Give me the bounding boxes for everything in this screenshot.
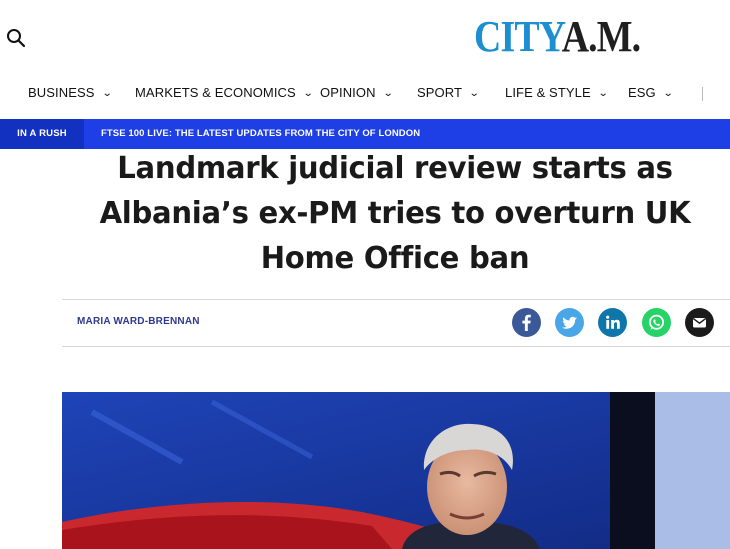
nav-item-label: SPORT [417,85,463,100]
twitter-icon[interactable] [555,308,584,337]
nav-item-label: MARKETS & ECONOMICS [135,85,296,100]
chevron-down-icon: ⌄ [662,88,674,99]
nav-item-label: OPINION [320,85,376,100]
headline-line: Landmark judicial review starts as [117,151,673,186]
divider [62,346,730,347]
author-link[interactable]: MARIA WARD-BRENNAN [77,316,200,327]
nav-item-esg[interactable]: ESG ⌄ [628,85,674,100]
linkedin-icon[interactable] [598,308,627,337]
logo-city-text: CITY [474,12,563,61]
site-logo[interactable]: CITYA.M. [474,12,641,61]
nav-divider [702,87,703,101]
main-nav: BUSINESS ⌄ MARKETS & ECONOMICS ⌄ OPINION ⌄ … [0,76,730,112]
facebook-icon[interactable] [512,308,541,337]
site-header: CITYA.M. [0,0,730,76]
chevron-down-icon: ⌄ [302,88,314,99]
nav-item-label: ESG [628,85,656,100]
nav-item-markets-economics[interactable]: MARKETS & ECONOMICS ⌄ [135,85,314,100]
nav-item-opinion[interactable]: OPINION ⌄ [320,85,394,100]
article-hero-image [62,392,730,549]
chevron-down-icon: ⌄ [382,88,394,99]
headline-line: Home Office ban [260,241,530,276]
hero-photo [62,392,730,549]
search-icon[interactable] [5,27,27,49]
nav-item-label: LIFE & STYLE [505,85,591,100]
in-a-rush-bar: IN A RUSH FTSE 100 LIVE: THE LATEST UPDA… [0,119,730,149]
in-a-rush-label: IN A RUSH [0,119,84,149]
chevron-down-icon: ⌄ [597,88,609,99]
nav-item-business[interactable]: BUSINESS ⌄ [28,85,113,100]
nav-item-label: BUSINESS [28,85,95,100]
logo-am-text: A.M. [561,12,641,61]
whatsapp-icon[interactable] [642,308,671,337]
chevron-down-icon: ⌄ [468,88,480,99]
headline-line: Albania’s ex-PM tries to overturn UK [99,196,691,231]
article-headline: Landmark judicial review starts as Alban… [70,146,720,281]
nav-item-life-style[interactable]: LIFE & STYLE ⌄ [505,85,609,100]
email-icon[interactable] [685,308,714,337]
divider [62,299,730,300]
in-a-rush-link[interactable]: FTSE 100 LIVE: THE LATEST UPDATES FROM T… [101,119,420,149]
nav-item-sport[interactable]: SPORT ⌄ [417,85,480,100]
chevron-down-icon: ⌄ [101,88,113,99]
